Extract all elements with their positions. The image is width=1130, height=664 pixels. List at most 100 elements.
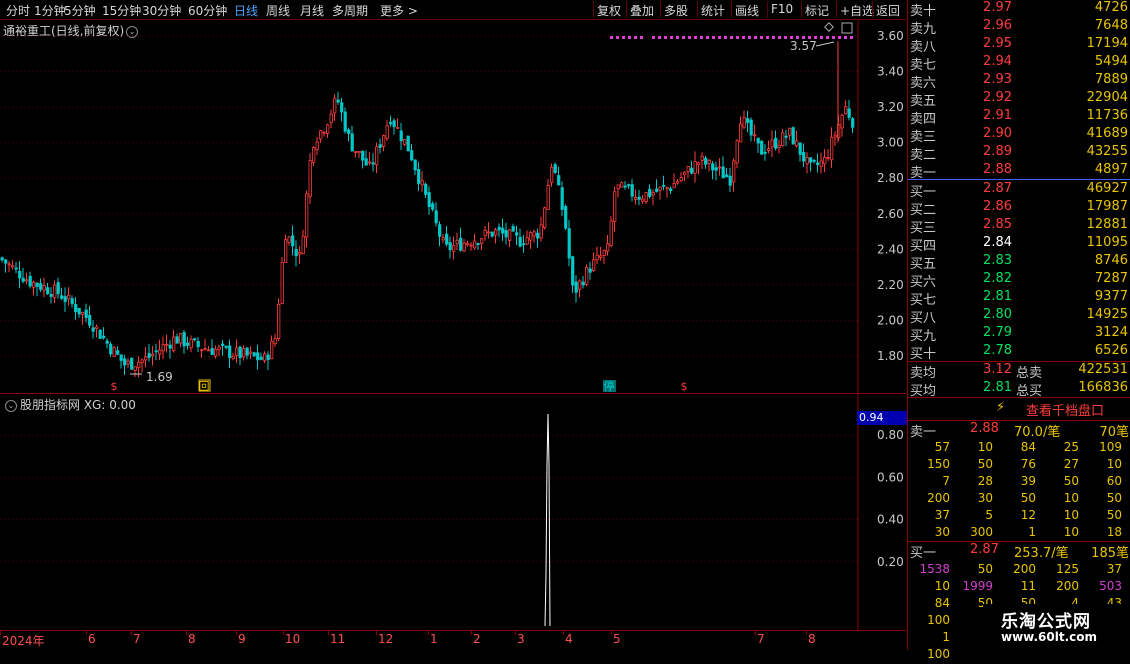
action-button-2[interactable]: 多股	[664, 2, 688, 19]
queue-cell: 18	[1106, 525, 1122, 539]
candle-body	[25, 279, 29, 282]
candlestick-chart[interactable]: 通裕重工(日线,前复权) ⌄ 3.60 3.40 3.20 3.00 2.80 2.60 2.…	[0, 20, 906, 394]
action-button-3[interactable]: 统计	[701, 2, 725, 19]
queue-row: 57 10 84 25 109	[908, 440, 1130, 457]
action-button-7[interactable]: +自选	[840, 2, 874, 19]
candle-body	[840, 114, 844, 129]
indicator-title[interactable]: ⌄ 股朋指标网 XG: 0.00	[3, 396, 136, 413]
candle-body	[742, 117, 746, 128]
candle-body	[469, 244, 473, 247]
level-price: 2.82	[983, 271, 1012, 286]
candle-body	[102, 335, 106, 339]
candle-body	[574, 281, 578, 293]
candle-body	[648, 188, 652, 197]
signal-dot	[772, 36, 775, 39]
queue-cell: 50	[1106, 491, 1122, 505]
candle-body	[777, 144, 781, 149]
level-label: 卖十	[910, 4, 937, 19]
period-tab-3[interactable]: 15分钟	[102, 2, 141, 19]
action-button-1[interactable]: 叠加	[630, 2, 654, 19]
candle-body	[77, 307, 81, 315]
date-tick	[0, 631, 1, 635]
queue-cell: 39	[1020, 474, 1036, 488]
period-tab-6[interactable]: 日线	[234, 2, 258, 19]
chevron-down-icon[interactable]: ⌄	[5, 400, 17, 412]
candle-body	[357, 151, 361, 154]
date-axis-label: 7	[133, 632, 141, 646]
level-volume: 8746	[1094, 253, 1128, 268]
level-label: 卖五	[910, 94, 937, 109]
candle-body	[315, 141, 319, 150]
indicator-chart[interactable]: 0.80 0.60 0.40 0.20 ⌄ 股朋指标网 XG: 0.00 0.94	[0, 394, 907, 630]
period-tab-9[interactable]: 多周期	[332, 2, 368, 19]
queue-cell: 5	[985, 508, 993, 522]
action-button-4[interactable]: 画线	[735, 2, 759, 19]
candle-body	[294, 248, 298, 257]
signal-dot	[790, 36, 793, 39]
y-tick-label: 0.40	[877, 513, 904, 527]
candle-body	[725, 174, 729, 178]
period-tab-5[interactable]: 60分钟	[188, 2, 227, 19]
candle-body	[816, 162, 820, 166]
candle-body	[669, 188, 673, 192]
candle-body	[116, 350, 120, 355]
candle-body	[224, 345, 228, 348]
indicator-spike	[544, 413, 551, 627]
candle-body	[340, 102, 344, 113]
candle-body	[627, 184, 631, 187]
signal-dot	[736, 36, 739, 39]
order-book-panel: 卖十 2.97 4726 卖九 2.96 7648 卖八 2.95 17194 卖七 2.94 549…	[907, 0, 1130, 661]
period-tab-1[interactable]: 1分钟	[34, 2, 66, 19]
signal-dot	[622, 36, 625, 39]
action-button-8[interactable]: 返回	[876, 2, 900, 19]
candle-body	[728, 175, 732, 186]
period-tab-7[interactable]: 周线	[266, 2, 290, 19]
action-button-6[interactable]: 标记	[805, 2, 829, 19]
y-tick-label: 3.20	[877, 100, 904, 114]
candle-body	[532, 231, 536, 237]
queue-cell: 503	[1099, 579, 1122, 593]
candle-body	[182, 332, 186, 347]
candle-body	[361, 150, 365, 161]
event-marker: 回	[199, 380, 210, 393]
candle-body	[70, 298, 74, 305]
y-tick-label: 2.40	[877, 242, 904, 256]
candle-body	[238, 346, 242, 359]
candle-body	[438, 224, 442, 237]
signal-dot	[628, 36, 631, 39]
candle-body	[228, 345, 232, 358]
action-button-0[interactable]: 复权	[597, 2, 621, 19]
period-tab-8[interactable]: 月线	[300, 2, 324, 19]
period-tab-0[interactable]: 分时	[6, 2, 30, 19]
candle-body	[95, 326, 99, 329]
average-row: 卖均 3.12 总卖 422531	[908, 362, 1130, 381]
period-tab-label: 5分钟	[64, 4, 96, 18]
candle-body	[245, 347, 249, 356]
signal-dot	[670, 36, 673, 39]
date-tick	[376, 631, 377, 635]
period-tab-2[interactable]: 5分钟	[64, 2, 96, 19]
candle-body	[749, 119, 753, 136]
candle-body	[263, 353, 267, 361]
queue-cell: 7	[942, 474, 950, 488]
period-tab-label: 日线	[234, 4, 259, 18]
period-tab-4[interactable]: 30分钟	[142, 2, 181, 19]
period-tab-10[interactable]: 更多 >	[380, 2, 418, 19]
action-button-5[interactable]: F10	[771, 2, 793, 16]
candle-body	[151, 353, 155, 357]
candle-body	[620, 182, 624, 188]
candle-body	[35, 282, 39, 287]
level-volume: 12881	[1086, 217, 1128, 232]
candle-body	[686, 166, 690, 172]
signal-dot	[814, 36, 817, 39]
candle-body	[536, 232, 540, 239]
order-book-row: 卖九 2.96 7648	[908, 18, 1130, 37]
view-full-depth-button[interactable]: ⚡ 查看千档盘口	[908, 398, 1130, 420]
signal-dot	[778, 36, 781, 39]
candle-body	[130, 357, 134, 370]
y-tick-label: 2.60	[877, 207, 904, 221]
level-volume: 11095	[1086, 235, 1128, 250]
candle-body	[522, 243, 526, 246]
candle-body	[550, 166, 554, 183]
candle-body	[578, 280, 582, 290]
